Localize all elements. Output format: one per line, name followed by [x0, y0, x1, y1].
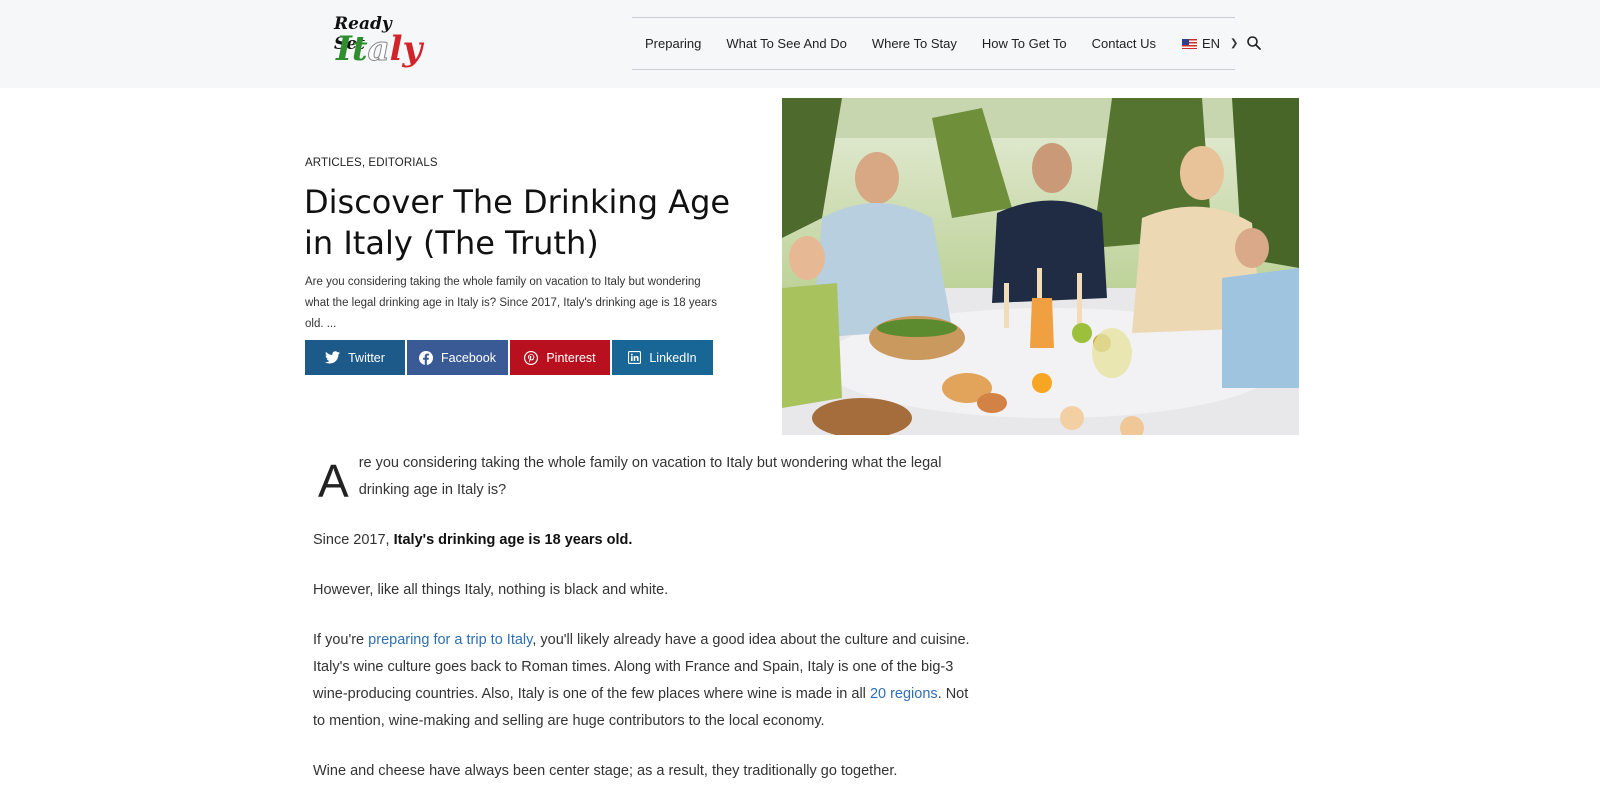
site-logo[interactable]: Ready Set Italy	[330, 12, 422, 74]
share-pinterest-label: Pinterest	[546, 350, 596, 365]
article-title: Discover The Drinking Age in Italy (The …	[304, 183, 731, 262]
share-twitter-button[interactable]: Twitter	[305, 340, 405, 375]
drinking-age-highlight: Italy's drinking age is 18 years old.	[393, 532, 633, 548]
nav-item-how-to-get-to[interactable]: How To Get To	[982, 36, 1067, 51]
hero-image-family-dinner	[782, 98, 1299, 435]
share-facebook-label: Facebook	[441, 350, 496, 365]
drop-cap: A	[318, 455, 349, 507]
share-pinterest-button[interactable]: Pinterest	[510, 340, 610, 375]
share-linkedin-button[interactable]: LinkedIn	[612, 340, 713, 375]
chevron-down-icon: ❯	[1230, 38, 1239, 49]
logo-text-italy: Italy	[336, 29, 423, 69]
nav-item-preparing[interactable]: Preparing	[645, 36, 701, 51]
paragraph-drinking-age: Since 2017, Italy's drinking age is 18 y…	[313, 532, 633, 548]
site-header: Ready Set Italy Preparing What To See An…	[0, 0, 1600, 88]
paragraph-intro: Are you considering taking the whole fam…	[318, 455, 942, 507]
us-flag-icon	[1181, 38, 1197, 49]
linkedin-icon	[628, 351, 642, 364]
nav-item-contact-us[interactable]: Contact Us	[1092, 36, 1156, 51]
paragraph-wine-culture: If you're preparing for a trip to Italy,…	[313, 632, 970, 729]
language-selector[interactable]: EN ❯	[1181, 36, 1239, 51]
nav-item-where-to-stay[interactable]: Where To Stay	[872, 36, 957, 51]
nav-item-what-to-see[interactable]: What To See And Do	[726, 36, 846, 51]
article-excerpt: Are you considering taking the whole fam…	[305, 276, 717, 330]
main-nav: Preparing What To See And Do Where To St…	[632, 17, 1239, 70]
link-preparing-trip[interactable]: preparing for a trip to Italy	[368, 632, 532, 648]
share-buttons: Twitter Facebook Pinterest LinkedIn	[305, 340, 713, 375]
article-categories[interactable]: ARTICLES, EDITORIALS	[305, 157, 438, 169]
share-linkedin-label: LinkedIn	[649, 350, 697, 365]
article-body: Are you considering taking the whole fam…	[313, 450, 973, 808]
search-icon[interactable]	[1246, 35, 1262, 51]
language-label: EN	[1201, 36, 1221, 51]
paragraph-wine-cheese: Wine and cheese have always been center …	[313, 763, 898, 779]
share-facebook-button[interactable]: Facebook	[407, 340, 508, 375]
share-twitter-label: Twitter	[348, 350, 385, 365]
twitter-icon	[325, 351, 341, 364]
pinterest-icon	[524, 350, 539, 365]
facebook-icon	[419, 350, 434, 365]
link-regions[interactable]: 20 regions	[870, 686, 938, 702]
paragraph-nuance: However, like all things Italy, nothing …	[313, 582, 669, 598]
